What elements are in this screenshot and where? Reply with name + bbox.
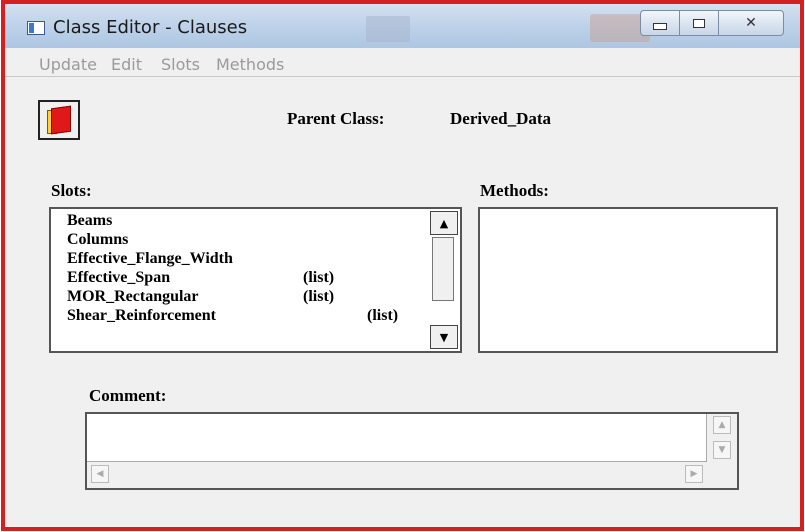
methods-list[interactable] — [478, 207, 778, 353]
methods-label: Methods: — [480, 181, 549, 200]
close-icon: ✕ — [745, 15, 757, 31]
scroll-up-button[interactable]: ▲ — [713, 416, 731, 434]
arrow-down-icon: ▼ — [439, 330, 449, 344]
scroll-up-button[interactable]: ▲ — [430, 211, 458, 235]
menu-update[interactable]: Update — [39, 55, 97, 74]
arrow-right-icon: ▶ — [690, 469, 698, 479]
menu-edit[interactable]: Edit — [111, 55, 142, 74]
slot-name: Columns — [67, 231, 129, 248]
arrow-up-icon: ▲ — [439, 216, 449, 230]
maximize-button[interactable] — [679, 10, 719, 36]
slot-type: (list) — [367, 307, 399, 324]
app-icon — [27, 21, 45, 35]
slot-name: MOR_Rectangular — [67, 288, 199, 305]
scroll-corner — [707, 462, 737, 488]
slot-name: Beams — [67, 212, 113, 229]
maximize-icon — [693, 18, 705, 28]
slot-type: (list) — [303, 288, 335, 305]
book-button[interactable] — [38, 100, 80, 140]
scroll-down-button[interactable]: ▼ — [713, 441, 731, 459]
window-title: Class Editor - Clauses — [53, 17, 248, 38]
scroll-thumb[interactable] — [432, 237, 454, 301]
close-button[interactable]: ✕ — [718, 10, 784, 36]
title-bar[interactable]: Class Editor - Clauses ✕ — [5, 4, 800, 48]
slots-list[interactable]: Beams Columns Effective_Flange_Width Eff… — [49, 207, 462, 353]
editor-content: Parent Class: Derived_Data Slots: Method… — [5, 77, 800, 527]
arrow-left-icon: ◀ — [96, 469, 104, 479]
scroll-right-button[interactable]: ▶ — [685, 465, 703, 483]
arrow-down-icon: ▼ — [718, 445, 726, 455]
arrow-up-icon: ▲ — [718, 420, 726, 430]
menu-methods[interactable]: Methods — [216, 55, 284, 74]
slot-type: (list) — [303, 269, 335, 286]
menu-slots[interactable]: Slots — [161, 55, 200, 74]
parent-class-value: Derived_Data — [450, 109, 552, 128]
menu-bar: Update Edit Slots Methods — [5, 48, 800, 77]
minimize-icon — [653, 22, 667, 30]
class-editor-window: Class Editor - Clauses ✕ Update Edit Slo… — [1, 0, 804, 531]
comment-field[interactable]: ▲ ▼ ◀ ▶ — [85, 412, 739, 490]
slot-name: Shear_Reinforcement — [67, 307, 216, 324]
comment-label: Comment: — [89, 386, 167, 405]
slot-name: Effective_Flange_Width — [67, 250, 233, 267]
parent-class-label: Parent Class: — [287, 109, 385, 128]
comment-horizontal-scrollbar[interactable]: ◀ ▶ — [87, 461, 707, 488]
background-blur — [366, 16, 410, 42]
slots-scrollbar[interactable]: ▲ ▼ — [430, 211, 458, 349]
comment-vertical-scrollbar[interactable]: ▲ ▼ — [706, 414, 737, 462]
book-icon — [47, 105, 71, 135]
scroll-left-button[interactable]: ◀ — [91, 465, 109, 483]
slots-label: Slots: — [51, 181, 92, 200]
minimize-button[interactable] — [640, 10, 680, 36]
slot-name: Effective_Span — [67, 269, 171, 286]
scroll-down-button[interactable]: ▼ — [430, 325, 458, 349]
